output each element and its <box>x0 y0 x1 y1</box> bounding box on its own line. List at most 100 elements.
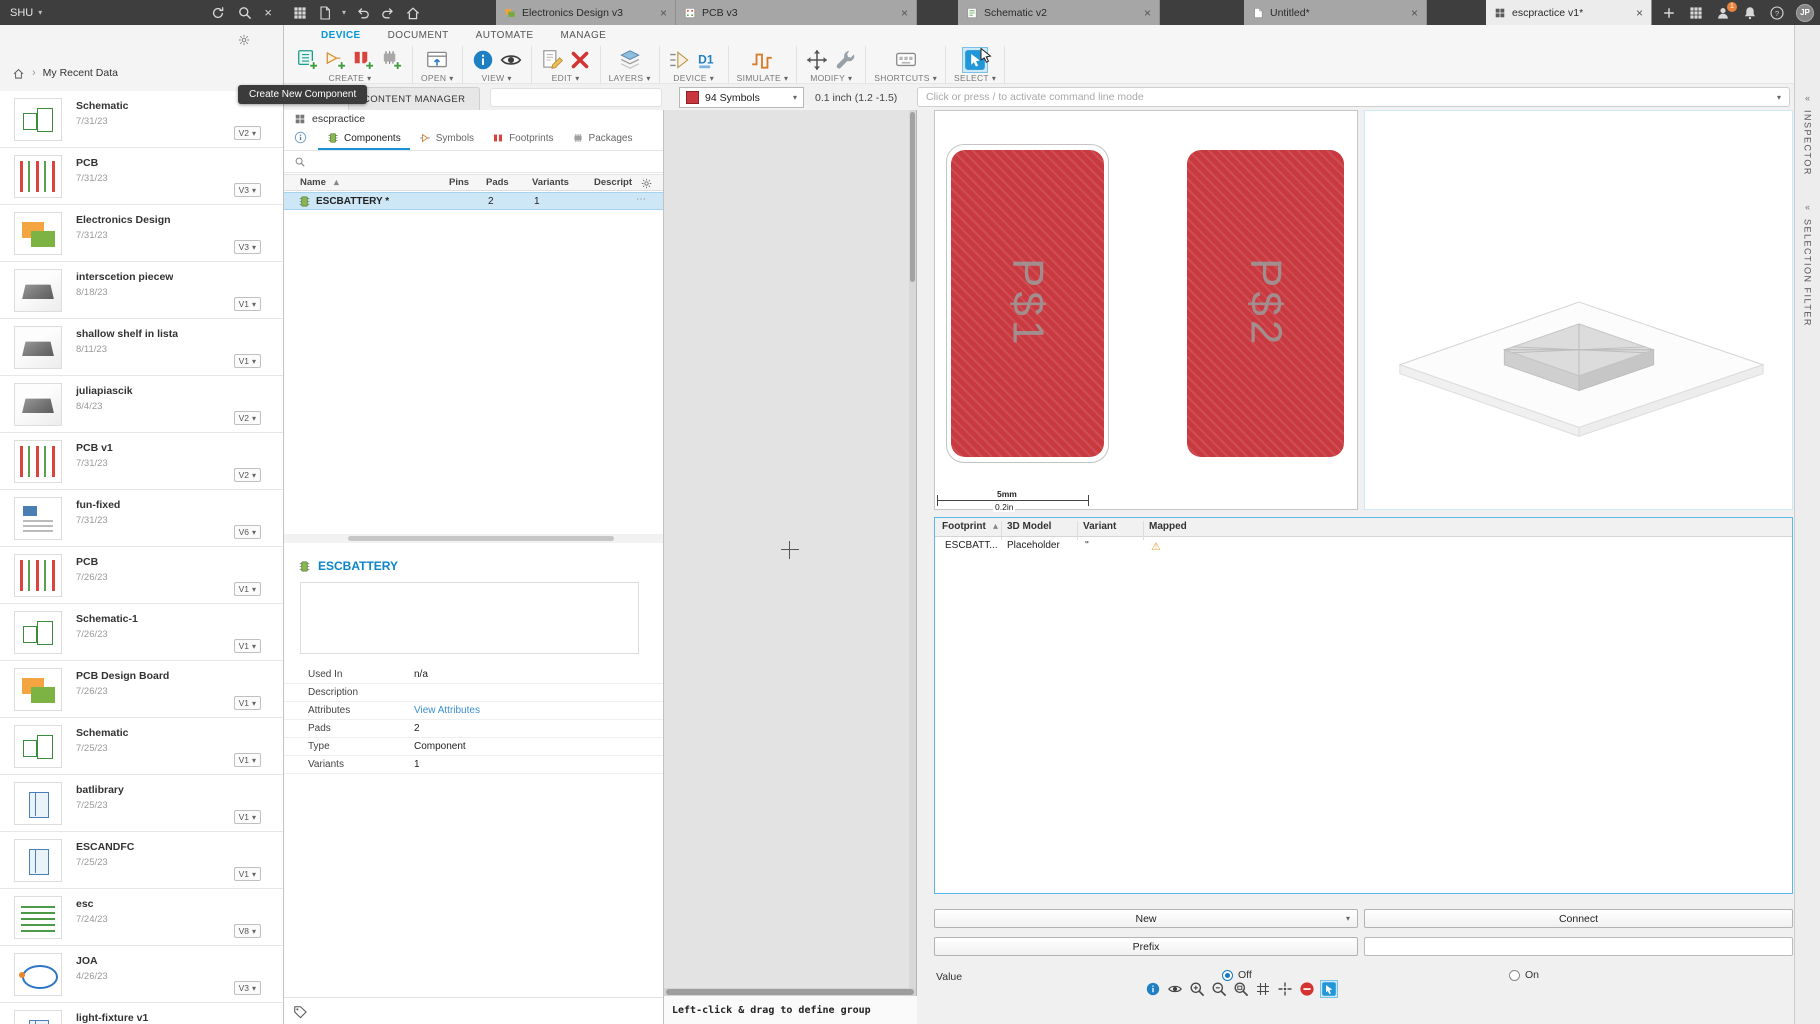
version-dropdown[interactable]: V1▾ <box>234 639 261 653</box>
doc-tab[interactable]: escpractice v1*× <box>1486 0 1652 25</box>
tool-device-pins-icon[interactable] <box>668 48 692 72</box>
column-pins[interactable]: Pins <box>449 177 469 188</box>
component-table-header[interactable]: Name ▴ Pins Pads Variants Descript <box>284 174 663 191</box>
tab-components[interactable]: Components <box>318 128 410 150</box>
panel-tab-selection-filter[interactable]: «SELECTION FILTER <box>1795 202 1820 327</box>
version-dropdown[interactable]: V1▾ <box>234 753 261 767</box>
tab-content-manager[interactable]: CONTENT MANAGER <box>348 87 480 110</box>
list-item[interactable]: batlibrary7/25/23V1▾ <box>0 775 283 832</box>
close-panel-icon[interactable]: × <box>264 5 272 20</box>
viewtool-disable-icon[interactable] <box>1299 981 1315 997</box>
doc-tab[interactable]: Electronics Design v3× <box>496 0 676 25</box>
app-menu[interactable]: SHU ▾ <box>10 7 42 19</box>
search-icon[interactable] <box>237 5 253 21</box>
gear-icon[interactable] <box>237 33 251 47</box>
breadcrumb[interactable]: › My Recent Data <box>0 61 283 85</box>
value-option-on[interactable]: On <box>1509 969 1539 981</box>
list-item[interactable]: JOA4/26/23V3▾ <box>0 946 283 1003</box>
connect-button[interactable]: Connect <box>1364 909 1793 928</box>
doc-tab[interactable]: Schematic v2× <box>958 0 1160 25</box>
version-dropdown[interactable]: V2▾ <box>234 411 261 425</box>
toolbar-group-label[interactable]: SHORTCUTS▾ <box>874 73 937 83</box>
footprint-canvas[interactable]: 5mm 0.2in P$1P$2 <box>934 110 1358 510</box>
tab-packages[interactable]: Packages <box>563 128 642 150</box>
tool-move-icon[interactable] <box>805 48 829 72</box>
list-item[interactable]: ESCANDFC7/25/23V1▾ <box>0 832 283 889</box>
new-document-icon[interactable] <box>317 5 333 21</box>
horizontal-scrollbar[interactable] <box>664 988 916 996</box>
prefix-value-field[interactable] <box>1364 937 1793 956</box>
row-actions-icon[interactable]: ⋯ <box>636 194 647 205</box>
tab-close-icon[interactable]: × <box>901 6 908 20</box>
version-dropdown[interactable]: V2▾ <box>234 126 261 140</box>
refresh-icon[interactable] <box>210 5 226 21</box>
list-item[interactable]: Schematic7/25/23V1▾ <box>0 718 283 775</box>
tool-info-icon[interactable] <box>471 48 495 72</box>
column-mapped[interactable]: Mapped <box>1149 521 1187 532</box>
list-item[interactable]: fun-fixed7/31/23V6▾ <box>0 490 283 547</box>
viewtool-zoom-out-icon[interactable] <box>1211 981 1227 997</box>
list-item[interactable]: Electronics Design7/31/23V3▾ <box>0 205 283 262</box>
redo-icon[interactable] <box>380 5 396 21</box>
viewtool-cursor-blue-icon[interactable] <box>1321 981 1337 997</box>
toolbar-group-label[interactable]: VIEW▾ <box>481 73 511 83</box>
command-line[interactable]: ▾ <box>917 87 1790 107</box>
list-item[interactable]: interscetion piecew8/18/23V1▾ <box>0 262 283 319</box>
list-item[interactable]: juliapiascik8/4/23V2▾ <box>0 376 283 433</box>
list-item[interactable]: PCB7/26/23V1▾ <box>0 547 283 604</box>
help-icon[interactable]: ? <box>1769 5 1785 21</box>
pad-2[interactable]: P$2 <box>1187 150 1344 457</box>
toolbar-group-label[interactable]: CREATE▾ <box>329 73 372 83</box>
component-search-input[interactable] <box>312 156 653 167</box>
column-description[interactable]: Descript <box>594 177 632 188</box>
tag-icon[interactable] <box>293 1005 307 1019</box>
tool-wrench-icon[interactable] <box>833 48 857 72</box>
tool-edit-doc-icon[interactable] <box>540 48 564 72</box>
tab-symbols[interactable]: Symbols <box>410 128 483 150</box>
tab-footprints[interactable]: Footprints <box>483 128 562 150</box>
list-item[interactable]: PCB v17/31/23V2▾ <box>0 433 283 490</box>
profile-icon[interactable]: 1 <box>1715 5 1731 21</box>
tool-new-symbol-icon[interactable] <box>324 48 348 72</box>
doc-tab[interactable]: PCB v3× <box>676 0 917 25</box>
vertical-scrollbar[interactable] <box>909 110 916 996</box>
tab-close-icon[interactable]: × <box>1636 6 1643 20</box>
version-dropdown[interactable]: V8▾ <box>234 924 261 938</box>
version-dropdown[interactable]: V3▾ <box>234 981 261 995</box>
tab-close-icon[interactable]: × <box>1144 6 1151 20</box>
ribbon-tab-device[interactable]: DEVICE <box>321 30 361 41</box>
home-icon[interactable] <box>405 5 421 21</box>
panel-tab-inspector[interactable]: «INSPECTOR <box>1795 93 1820 176</box>
toolbar-group-label[interactable]: MODIFY▾ <box>810 73 852 83</box>
toolbar-group-label[interactable]: OPEN▾ <box>421 73 454 83</box>
version-dropdown[interactable]: V3▾ <box>234 240 261 254</box>
value-option-off[interactable]: Off <box>1222 969 1252 981</box>
radio-on[interactable] <box>1509 970 1520 981</box>
apps-grid-icon[interactable] <box>292 5 308 21</box>
tool-open-icon[interactable] <box>425 48 449 72</box>
home-icon[interactable] <box>12 67 25 80</box>
version-dropdown[interactable]: V1▾ <box>234 297 261 311</box>
column-variant[interactable]: Variant <box>1083 521 1116 532</box>
toolbar-group-label[interactable]: LAYERS▾ <box>609 73 651 83</box>
column-pads[interactable]: Pads <box>486 177 509 188</box>
toolbar-group-label[interactable]: EDIT▾ <box>552 73 580 83</box>
viewtool-grid-small-icon[interactable] <box>1255 981 1271 997</box>
ribbon-tab-automate[interactable]: AUTOMATE <box>476 30 534 41</box>
mapping-table-header[interactable]: Footprint ▴ 3D Model Variant Mapped <box>935 518 1792 537</box>
tool-eye-icon[interactable] <box>499 48 523 72</box>
list-item[interactable]: shallow shelf in lista8/11/23V1▾ <box>0 319 283 376</box>
footprint-mapping-table[interactable]: Footprint ▴ 3D Model Variant Mapped ESCB… <box>934 517 1793 894</box>
viewtool-zoom-in-icon[interactable] <box>1189 981 1205 997</box>
pad-1[interactable]: P$1 <box>951 150 1104 457</box>
tool-layers-icon[interactable] <box>618 48 642 72</box>
new-button[interactable]: New ▾ <box>934 909 1358 928</box>
column-name[interactable]: Name <box>300 177 326 188</box>
radio-off[interactable] <box>1222 970 1233 981</box>
avatar[interactable]: JP <box>1796 4 1814 22</box>
toolbar-group-label[interactable]: SIMULATE▾ <box>737 73 789 83</box>
undo-icon[interactable] <box>355 5 371 21</box>
toolbar-group-label[interactable]: DEVICE▾ <box>673 73 714 83</box>
ribbon-tab-document[interactable]: DOCUMENT <box>388 30 449 41</box>
component-row[interactable]: ESCBATTERY *21⋯ <box>284 192 663 210</box>
